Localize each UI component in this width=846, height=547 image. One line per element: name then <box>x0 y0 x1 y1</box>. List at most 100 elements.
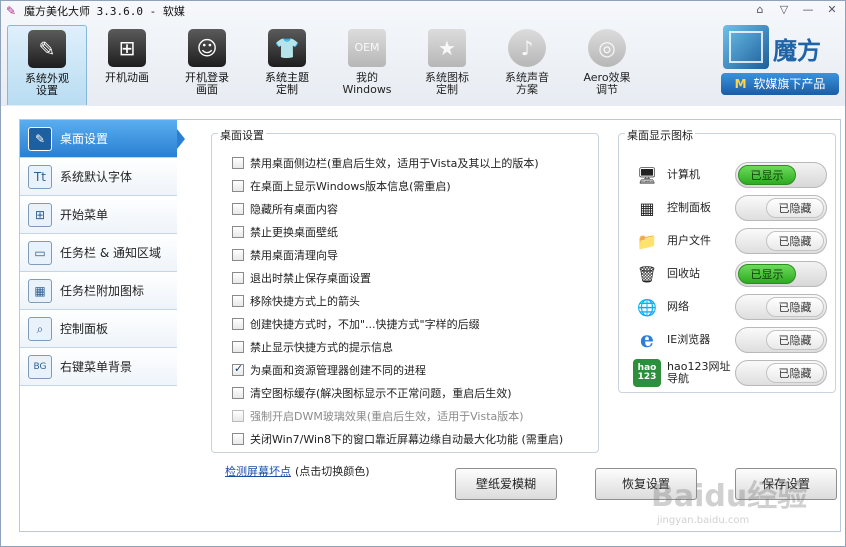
tab-boot-animation[interactable]: ⊞ 开机动画 <box>87 25 167 105</box>
toggle-state: 已隐藏 <box>766 297 824 317</box>
option-label: 移除快捷方式上的箭头 <box>250 295 360 308</box>
sidebar-item-label: 开始菜单 <box>60 208 109 222</box>
checkbox[interactable] <box>232 203 244 215</box>
toggle-hao123[interactable]: 已隐藏 <box>735 360 827 386</box>
checkbox[interactable] <box>232 180 244 192</box>
toggle-network[interactable]: 已隐藏 <box>735 294 827 320</box>
tab-my-windows[interactable]: OEM 我的 Windows <box>327 25 407 105</box>
option-label: 退出时禁止保存桌面设置 <box>250 272 371 285</box>
tab-system-sounds[interactable]: ♪ 系统声音 方案 <box>487 25 567 105</box>
checkbox[interactable] <box>232 226 244 238</box>
oem-icon: OEM <box>348 29 386 67</box>
option-no-shortcut-suffix[interactable]: 创建快捷方式时，不加"...快捷方式"字样的后缀 <box>232 315 480 333</box>
option-disable-sidebar[interactable]: 禁用桌面侧边栏(重启后生效，适用于Vista及其以上的版本) <box>232 154 539 172</box>
option-disable-cleanup-wizard[interactable]: 禁用桌面清理向导 <box>232 246 338 264</box>
menu-icon[interactable]: ▽ <box>775 3 793 17</box>
sidebar-item-start-menu[interactable]: ⊞ 开始菜单 <box>20 196 177 234</box>
option-separate-process[interactable]: 为桌面和资源管理器创建不同的进程 <box>232 361 426 379</box>
title-bar[interactable]: ✎ 魔方美化大师 3.3.6.0 - 软媒 ⌂ ▽ — ✕ <box>1 1 845 21</box>
checkbox[interactable] <box>232 362 244 376</box>
toggle-ie-browser[interactable]: 已隐藏 <box>735 327 827 353</box>
icon-row-network: 🌐 网络 已隐藏 <box>633 292 828 322</box>
toggle-computer[interactable]: 已显示 <box>735 162 827 188</box>
option-label: 禁用桌面侧边栏(重启后生效，适用于Vista及其以上的版本) <box>250 157 539 170</box>
checkbox[interactable] <box>232 249 244 261</box>
icon-row-ie-browser: e IE浏览器 已隐藏 <box>633 325 828 355</box>
toggle-state: 已隐藏 <box>766 330 824 350</box>
icon-row-recycle-bin: 🗑 回收站 已显示 <box>633 259 828 289</box>
option-label: 禁用桌面清理向导 <box>250 249 338 262</box>
sidebar-item-taskbar-extra-icons[interactable]: ▦ 任务栏附加图标 <box>20 272 177 310</box>
skin-icon[interactable]: ⌂ <box>751 3 769 17</box>
minimize-icon[interactable]: — <box>799 3 817 17</box>
tab-label: 系统外观 设置 <box>25 72 69 97</box>
option-label: 隐藏所有桌面内容 <box>250 203 338 216</box>
option-show-windows-version[interactable]: 在桌面上显示Windows版本信息(需重启) <box>232 177 451 195</box>
magnifier-icon: ⌕ <box>28 316 52 341</box>
toggle-state: 已显示 <box>738 264 796 284</box>
ruanmei-products-button[interactable]: M 软媒旗下产品 <box>721 73 839 95</box>
shirt-icon: 👕 <box>268 29 306 67</box>
checkbox[interactable] <box>232 433 244 445</box>
sidebar-item-label: 控制面板 <box>60 322 109 336</box>
dead-pixel-note: (点击切换颜色) <box>295 465 370 478</box>
brand-area: 魔方 M 软媒旗下产品 <box>721 25 839 97</box>
toggle-state: 已隐藏 <box>766 198 824 218</box>
toggle-recycle-bin[interactable]: 已显示 <box>735 261 827 287</box>
icon-label: hao123网址 导航 <box>667 360 731 385</box>
sidebar: ✎ 桌面设置 Tt 系统默认字体 ⊞ 开始菜单 ▭ 任务栏 & 通知区域 ▦ 任… <box>20 120 177 386</box>
option-hide-desktop[interactable]: 隐藏所有桌面内容 <box>232 200 338 218</box>
toggle-user-files[interactable]: 已隐藏 <box>735 228 827 254</box>
option-clear-icon-cache[interactable]: 清空图标缓存(解决图标显示不正常问题，重启后生效) <box>232 384 512 402</box>
dead-pixel-link[interactable]: 检测屏幕坏点 <box>225 463 291 479</box>
group-title: 桌面显示图标 <box>625 127 695 143</box>
sidebar-item-control-panel[interactable]: ⌕ 控制面板 <box>20 310 177 348</box>
control-panel-icon: ▦ <box>639 198 655 218</box>
sidebar-item-default-font[interactable]: Tt 系统默认字体 <box>20 158 177 196</box>
save-settings-button[interactable]: 保存设置 <box>735 468 837 500</box>
option-force-dwm-glass: 强制开启DWM玻璃效果(重启后生效，适用于Vista版本) <box>232 407 524 425</box>
option-remove-shortcut-arrow[interactable]: 移除快捷方式上的箭头 <box>232 292 360 310</box>
brand-name: 魔方 <box>773 36 821 65</box>
user-icon: ☺ <box>188 29 226 67</box>
window-controls: ⌂ ▽ — ✕ <box>751 3 841 17</box>
sidebar-item-taskbar-notification[interactable]: ▭ 任务栏 & 通知区域 <box>20 234 177 272</box>
option-label: 为桌面和资源管理器创建不同的进程 <box>250 364 426 377</box>
icon-label: 用户文件 <box>667 234 711 247</box>
option-no-save-desktop[interactable]: 退出时禁止保存桌面设置 <box>232 269 371 287</box>
close-icon[interactable]: ✕ <box>823 3 841 17</box>
checkbox[interactable] <box>232 341 244 353</box>
toggle-state: 已隐藏 <box>766 363 824 383</box>
tab-aero-effects[interactable]: ◎ Aero效果 调节 <box>567 25 647 105</box>
checkbox[interactable] <box>232 318 244 330</box>
desktop-icons-group: 桌面显示图标 🖥 计算机 已显示 ▦ 控制面板 已隐藏 📁 用户文件 已隐藏 🗑… <box>618 127 836 393</box>
folder-icon: 📁 <box>637 231 657 251</box>
star-icon: ★ <box>428 29 466 67</box>
checkbox[interactable] <box>232 272 244 284</box>
recycle-bin-icon: 🗑 <box>636 264 658 284</box>
tab-login-screen[interactable]: ☺ 开机登录 画面 <box>167 25 247 105</box>
sidebar-item-label: 系统默认字体 <box>60 170 133 184</box>
tab-label: 系统声音 方案 <box>505 71 549 96</box>
option-hide-shortcut-tips[interactable]: 禁止显示快捷方式的提示信息 <box>232 338 393 356</box>
tab-label: 系统图标 定制 <box>425 71 469 96</box>
option-label: 创建快捷方式时，不加"...快捷方式"字样的后缀 <box>250 318 480 331</box>
toggle-control-panel[interactable]: 已隐藏 <box>735 195 827 221</box>
checkbox[interactable] <box>232 295 244 307</box>
icon-label: 回收站 <box>667 267 700 280</box>
sidebar-item-context-menu-bg[interactable]: BG 右键菜单背景 <box>20 348 177 386</box>
checkbox[interactable] <box>232 157 244 169</box>
restore-settings-button[interactable]: 恢复设置 <box>595 468 697 500</box>
option-disable-aero-snap[interactable]: 关闭Win7/Win8下的窗口靠近屏幕边缘自动最大化功能 (需重启) <box>232 430 563 448</box>
tab-appearance-settings[interactable]: ✎ 系统外观 设置 <box>7 25 87 105</box>
option-lock-wallpaper[interactable]: 禁止更换桌面壁纸 <box>232 223 338 241</box>
tab-system-icons[interactable]: ★ 系统图标 定制 <box>407 25 487 105</box>
option-label: 禁止更换桌面壁纸 <box>250 226 338 239</box>
wallpaper-blur-button[interactable]: 壁纸爱模糊 <box>455 468 557 500</box>
tab-label: 我的 Windows <box>342 71 392 96</box>
sidebar-item-desktop-settings[interactable]: ✎ 桌面设置 <box>20 120 177 158</box>
tab-theme[interactable]: 👕 系统主题 定制 <box>247 25 327 105</box>
desktop-settings-group: 桌面设置 禁用桌面侧边栏(重启后生效，适用于Vista及其以上的版本) 在桌面上… <box>211 127 599 453</box>
ie-icon: e <box>640 327 654 353</box>
checkbox[interactable] <box>232 387 244 399</box>
